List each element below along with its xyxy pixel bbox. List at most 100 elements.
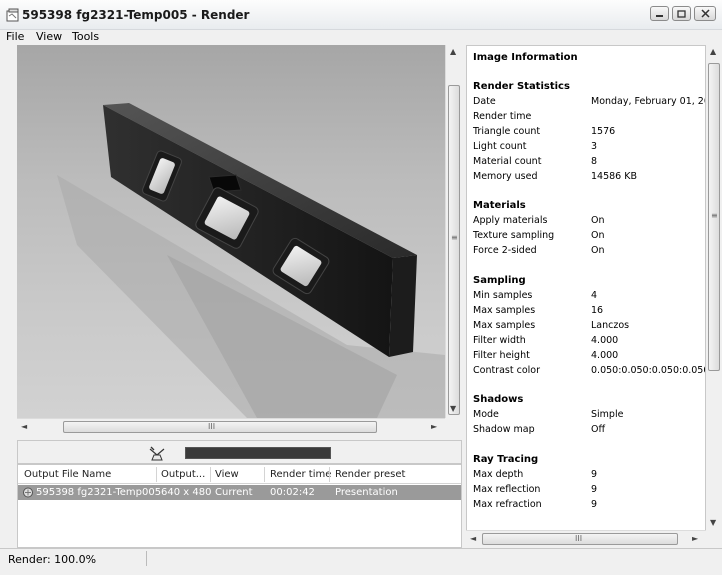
rendered-file-icon <box>23 487 33 498</box>
scroll-down-icon[interactable]: ▼ <box>450 404 456 413</box>
info-value: 16 <box>591 305 604 316</box>
info-value: Simple <box>591 409 624 420</box>
info-label: Contrast color <box>473 365 541 376</box>
menu-file[interactable]: File <box>6 30 24 43</box>
cell-render-time: 00:02:42 <box>270 487 315 498</box>
section-header-sampling: Sampling <box>473 275 526 286</box>
scroll-right-icon[interactable]: ► <box>431 422 437 431</box>
info-value: On <box>591 245 605 256</box>
cell-output-size: 640 x 480 <box>161 487 212 498</box>
maximize-button[interactable] <box>672 6 691 21</box>
section-header-render-statistics: Render Statistics <box>473 81 570 92</box>
scroll-grip-icon: ≡ <box>711 211 718 220</box>
info-label: Material count <box>473 156 542 167</box>
table-header: Output File Name Output... View Render t… <box>18 465 461 484</box>
scroll-left-icon[interactable]: ◄ <box>470 534 476 543</box>
scroll-left-icon[interactable]: ◄ <box>21 422 27 431</box>
render-viewport[interactable] <box>17 45 445 418</box>
window-title: 595398 fg2321-Temp005 - Render <box>22 8 250 22</box>
column-header-view[interactable]: View <box>215 469 239 480</box>
section-header-shadows: Shadows <box>473 394 524 405</box>
menu-tools[interactable]: Tools <box>72 30 99 43</box>
viewport-vertical-scrollbar[interactable]: ▲ ≡ ▼ <box>445 45 461 418</box>
info-title: Image Information <box>473 52 578 63</box>
close-icon <box>700 9 710 18</box>
column-header-render-time[interactable]: Render time <box>270 469 331 480</box>
scroll-down-icon[interactable]: ▼ <box>710 518 716 527</box>
viewport-vscroll-thumb[interactable]: ≡ <box>448 85 460 415</box>
table-row[interactable]: 595398 fg2321-Temp005 640 x 480 Current … <box>18 485 461 500</box>
info-horizontal-scrollbar[interactable]: ◄ III ► <box>466 530 706 546</box>
info-value: 9 <box>591 499 598 510</box>
info-label: Mode <box>473 409 499 420</box>
info-label: Texture sampling <box>473 230 555 241</box>
section-header-ray-tracing: Ray Tracing <box>473 454 539 465</box>
scroll-up-icon[interactable]: ▲ <box>710 47 716 56</box>
info-label: Max reflection <box>473 484 541 495</box>
info-label: Max samples <box>473 320 536 331</box>
render-progress-fill <box>186 448 330 458</box>
cell-view: Current <box>215 487 253 498</box>
info-value: 9 <box>591 469 598 480</box>
cell-render-preset: Presentation <box>335 487 398 498</box>
minimize-button[interactable] <box>650 6 669 21</box>
render-progress-bar <box>185 447 331 459</box>
info-vscroll-thumb[interactable]: ≡ <box>708 63 720 371</box>
info-label: Filter width <box>473 335 526 346</box>
scroll-grip-icon: III <box>208 422 216 431</box>
info-value: On <box>591 215 605 226</box>
info-value: Monday, February 01, 201 <box>591 96 706 107</box>
info-label: Max depth <box>473 469 524 480</box>
info-label: Force 2-sided <box>473 245 537 256</box>
column-header-render-preset[interactable]: Render preset <box>335 469 405 480</box>
info-label: Shadow map <box>473 424 535 435</box>
viewport-hscroll-thumb[interactable]: III <box>63 421 377 433</box>
info-label: Triangle count <box>473 126 541 137</box>
column-header-output[interactable]: Output... <box>161 469 205 480</box>
brush-clear-icon[interactable] <box>148 445 166 461</box>
info-label: Date <box>473 96 496 107</box>
close-button[interactable] <box>694 6 716 21</box>
menu-view[interactable]: View <box>36 30 62 43</box>
rendered-image <box>57 103 445 418</box>
scroll-grip-icon: III <box>575 534 583 543</box>
info-vertical-scrollbar[interactable]: ▲ ≡ ▼ <box>706 45 722 532</box>
info-value: 14586 KB <box>591 171 637 182</box>
section-header-materials: Materials <box>473 200 526 211</box>
cell-file-name: 595398 fg2321-Temp005 <box>36 487 162 498</box>
info-value: 8 <box>591 156 598 167</box>
info-value: Off <box>591 424 606 435</box>
viewport-horizontal-scrollbar[interactable]: ◄ III ► <box>17 418 445 434</box>
info-label: Memory used <box>473 171 538 182</box>
minimize-icon <box>656 14 663 17</box>
info-label: Min samples <box>473 290 533 301</box>
info-value: 4.000 <box>591 350 619 361</box>
status-divider <box>146 551 147 566</box>
info-label: Max refraction <box>473 499 542 510</box>
info-label: Max samples <box>473 305 536 316</box>
title-bar[interactable]: 595398 fg2321-Temp005 - Render <box>0 0 722 30</box>
scroll-up-icon[interactable]: ▲ <box>450 47 456 56</box>
column-header-file-name[interactable]: Output File Name <box>24 469 111 480</box>
info-label: Render time <box>473 111 532 122</box>
render-progress-area <box>17 440 462 464</box>
info-label: Filter height <box>473 350 530 361</box>
info-value: 0.050:0.050:0.050:0.050 <box>591 365 706 376</box>
info-value: 4 <box>591 290 598 301</box>
scroll-grip-icon: ≡ <box>451 233 458 242</box>
info-value: On <box>591 230 605 241</box>
info-value: 4.000 <box>591 335 619 346</box>
maximize-icon <box>677 9 686 18</box>
info-value: 1576 <box>591 126 616 137</box>
info-value: Lanczos <box>591 320 630 331</box>
render-window-icon <box>6 8 19 22</box>
status-bar: Render: 100.0% <box>0 548 722 568</box>
menu-bar: File View Tools <box>0 30 722 44</box>
info-value: 9 <box>591 484 598 495</box>
info-label: Light count <box>473 141 527 152</box>
info-hscroll-thumb[interactable]: III <box>482 533 678 545</box>
render-output-table: Output File Name Output... View Render t… <box>17 464 462 548</box>
info-value: 3 <box>591 141 598 152</box>
info-label: Apply materials <box>473 215 548 226</box>
scroll-right-icon[interactable]: ► <box>692 534 698 543</box>
